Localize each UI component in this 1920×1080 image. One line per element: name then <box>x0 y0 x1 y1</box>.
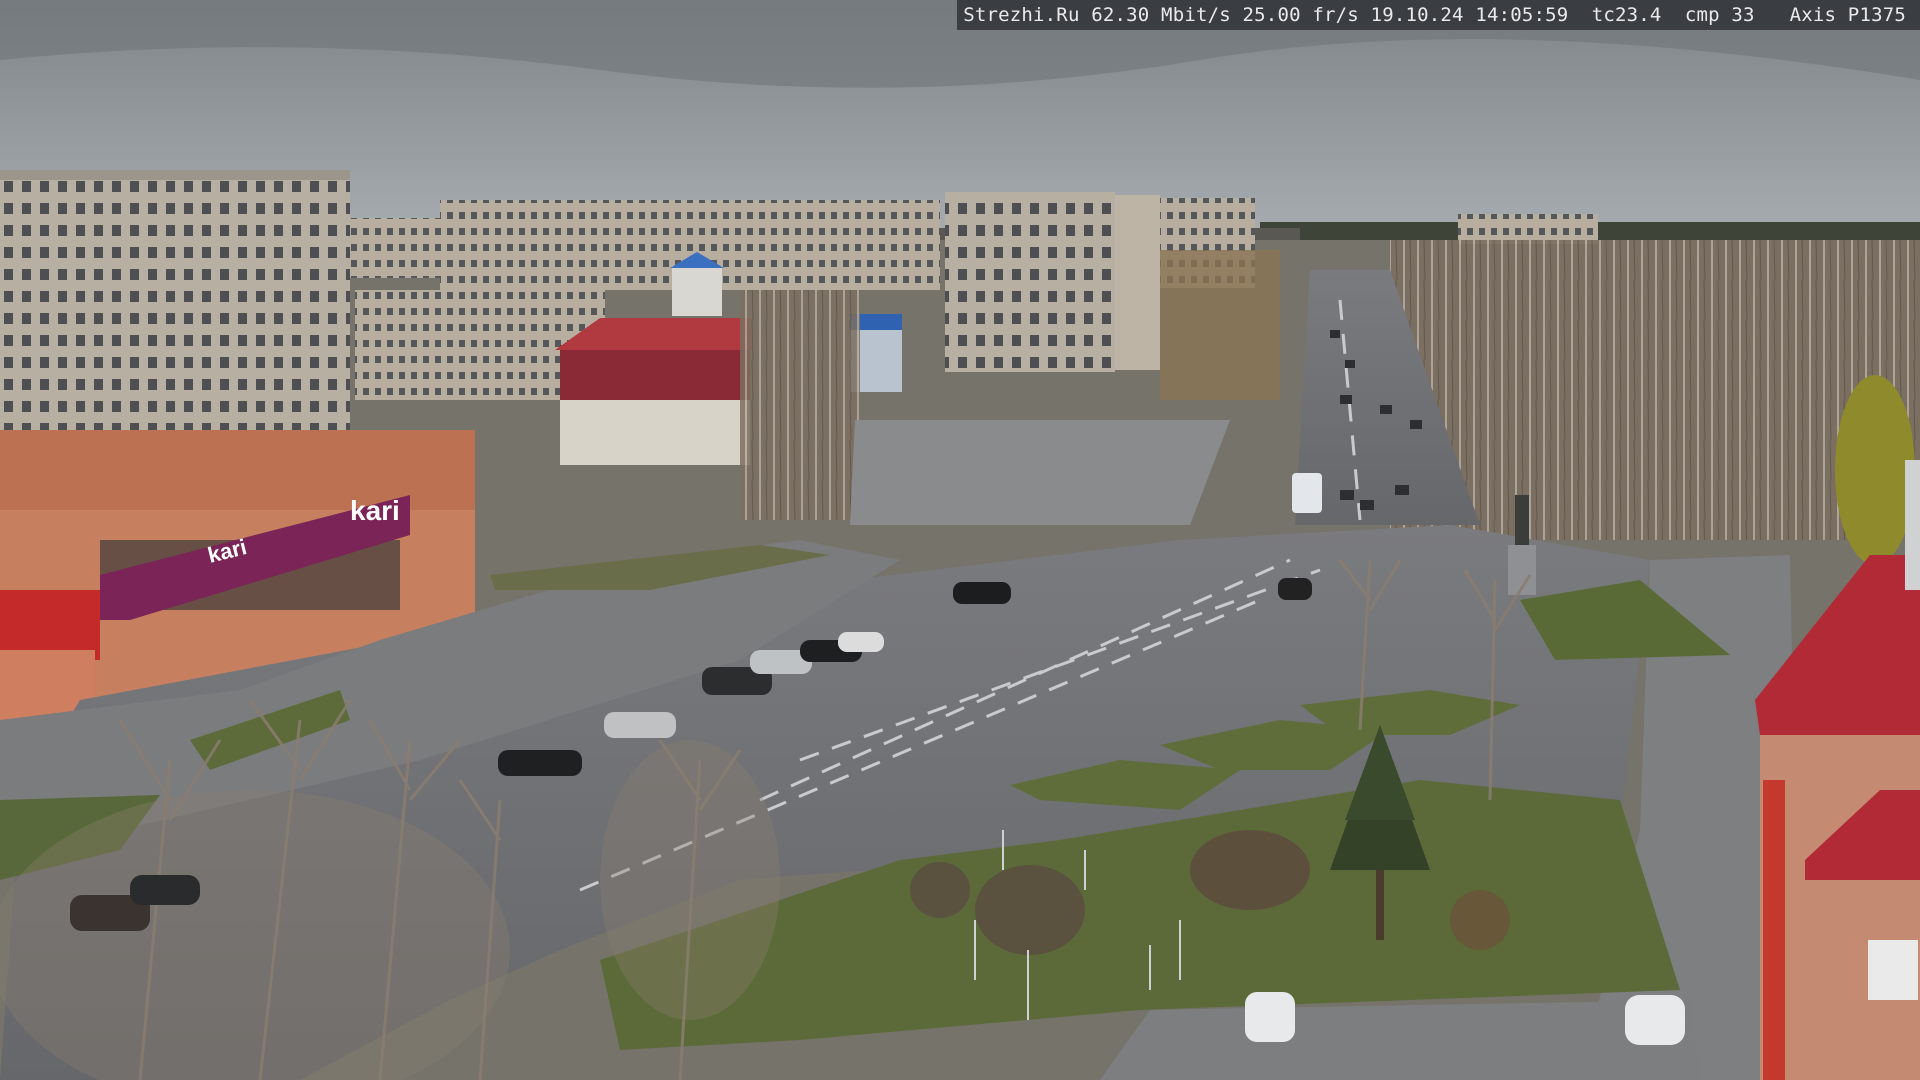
framerate: 25.00 fr/s <box>1242 4 1359 26</box>
cmp-value: cmp 33 <box>1684 4 1755 26</box>
timestamp: 19.10.24 14:05:59 <box>1370 4 1569 26</box>
blue-roof-tower <box>672 266 722 316</box>
store-red-canopy <box>0 590 100 660</box>
camera-info-overlay: Strezhi.Ru 62.30 Mbit/s 25.00 fr/s 19.10… <box>957 0 1920 30</box>
webcam-scene: kari kari <box>0 0 1920 1080</box>
shrub <box>1450 890 1510 950</box>
car <box>498 750 582 776</box>
car <box>953 582 1011 604</box>
car <box>1278 578 1312 600</box>
car <box>604 712 676 738</box>
bare-trees-center <box>740 290 860 520</box>
left-block-roof <box>0 170 350 180</box>
car <box>1245 992 1295 1042</box>
fir-trunk <box>1376 870 1384 940</box>
bus <box>1292 473 1322 513</box>
monument-statue <box>1515 495 1529 545</box>
plaza <box>850 420 1230 525</box>
shrub <box>1190 830 1310 910</box>
right-building-window <box>1868 940 1918 1000</box>
far-apartment-block-left <box>350 218 445 278</box>
central-tall-block <box>945 192 1115 372</box>
tc-value: tc23.4 <box>1591 4 1662 26</box>
car <box>1625 995 1685 1045</box>
shrub <box>975 865 1085 955</box>
shrub <box>910 862 970 918</box>
store-logo: kari <box>350 495 400 526</box>
far-building-right <box>1458 214 1598 244</box>
car <box>130 875 200 905</box>
trees-left-avenue <box>1160 250 1280 400</box>
foreground-tree-crown-mid <box>600 740 780 1020</box>
car <box>838 632 884 652</box>
site-name: Strezhi.Ru <box>963 4 1080 26</box>
yellow-tree <box>1835 375 1915 565</box>
parking-lot <box>1100 1000 1700 1080</box>
camera-model: Axis P1375 <box>1789 4 1906 26</box>
central-tower <box>1115 195 1160 370</box>
bitrate: 62.30 Mbit/s <box>1091 4 1231 26</box>
right-building-sign <box>1763 780 1785 1080</box>
red-roof-building-upper <box>560 345 750 400</box>
right-white-panel <box>1905 460 1920 590</box>
